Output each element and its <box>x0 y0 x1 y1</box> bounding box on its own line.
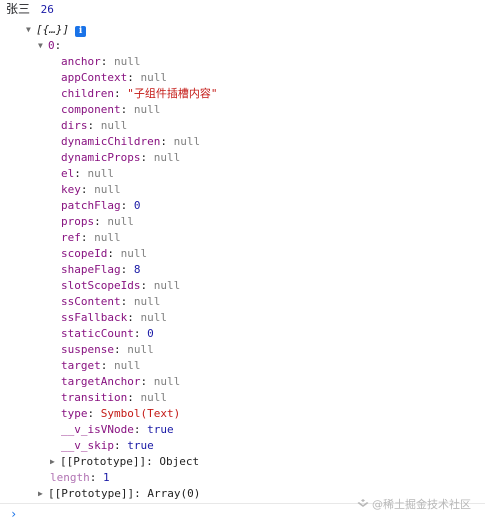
property-value: null <box>140 71 167 84</box>
property-row: __v_skip: true <box>61 439 154 452</box>
property-value: null <box>153 151 181 164</box>
property-value: 0 <box>147 327 154 340</box>
property-key: target <box>61 359 101 372</box>
property-row: props: null <box>61 215 134 228</box>
property-row: type: Symbol(Text) <box>61 407 181 420</box>
log-name: 张三 <box>6 2 31 16</box>
array-preview[interactable]: [{…}] <box>36 23 69 36</box>
property-value: null <box>140 311 167 324</box>
property-value: 0 <box>133 199 141 212</box>
property-key: suspense <box>61 343 114 356</box>
property-key: scopeId <box>61 247 108 260</box>
property-key: type <box>61 407 88 420</box>
array-prototype-value: Array(0) <box>147 487 201 500</box>
property-key: dynamicChildren <box>61 135 161 148</box>
property-value: null <box>153 279 181 292</box>
watermark: @稀土掘金技术社区 <box>357 496 471 512</box>
property-value: null <box>153 375 181 388</box>
property-key: targetAnchor <box>61 375 141 388</box>
property-row: ref: null <box>61 231 121 244</box>
property-row: transition: null <box>61 391 167 404</box>
property-row: scopeId: null <box>61 247 148 260</box>
item-prototype-row[interactable]: ▶ [[Prototype]]: Object <box>50 454 485 470</box>
property-key: props <box>61 215 95 228</box>
property-value: 8 <box>133 263 141 276</box>
property-value: null <box>133 295 161 308</box>
property-key: anchor <box>61 55 101 68</box>
property-value: "子组件插槽内容" <box>127 87 218 100</box>
property-key: dynamicProps <box>61 151 141 164</box>
property-row: targetAnchor: null <box>61 375 181 388</box>
length-key: length <box>50 471 90 484</box>
property-key: __v_isVNode <box>61 423 134 436</box>
property-row: ssFallback: null <box>61 311 167 324</box>
property-value: true <box>147 423 174 436</box>
property-row: dynamicChildren: null <box>61 135 201 148</box>
array-item-0[interactable]: ▼ 0: <box>38 38 485 54</box>
property-key: el <box>61 167 75 180</box>
property-row: shapeFlag: 8 <box>61 263 141 276</box>
property-value: Symbol(Text) <box>100 407 181 420</box>
property-key: ssContent <box>61 295 121 308</box>
prototype-value: Object <box>159 455 200 468</box>
property-row: component: null <box>61 103 161 116</box>
property-value: null <box>94 183 121 196</box>
property-row: staticCount: 0 <box>61 327 154 340</box>
property-value: null <box>94 231 121 244</box>
property-key: key <box>61 183 81 196</box>
property-key: patchFlag <box>61 199 121 212</box>
property-row: children: "子组件插槽内容" <box>61 87 218 100</box>
property-row: appContext: null <box>61 71 167 84</box>
property-value: true <box>127 439 154 452</box>
property-key: component <box>61 103 121 116</box>
property-key: __v_skip <box>61 439 114 452</box>
property-key: ssFallback <box>61 311 128 324</box>
info-icon[interactable]: i <box>75 26 87 37</box>
property-row: slotScopeIds: null <box>61 279 181 292</box>
array-prototype-key: [[Prototype]] <box>48 487 135 500</box>
triangle-right-icon[interactable]: ▶ <box>50 454 60 470</box>
property-row: patchFlag: 0 <box>61 199 141 212</box>
triangle-right-icon[interactable]: ▶ <box>38 486 48 502</box>
property-value: null <box>173 135 201 148</box>
property-key: children <box>61 87 114 100</box>
property-key: dirs <box>61 119 88 132</box>
property-value: null <box>140 391 167 404</box>
length-row: length: 1 <box>50 471 110 484</box>
property-key: slotScopeIds <box>61 279 141 292</box>
property-row: __v_isVNode: true <box>61 423 174 436</box>
length-value: 1 <box>103 471 110 484</box>
property-value: null <box>107 215 134 228</box>
console-log-line: 张三 26 <box>6 1 485 17</box>
property-row: target: null <box>61 359 141 372</box>
property-row: anchor: null <box>61 55 141 68</box>
triangle-down-icon[interactable]: ▼ <box>38 38 48 54</box>
item-index: 0 <box>48 39 55 52</box>
log-age: 26 <box>40 3 54 16</box>
property-value: null <box>100 119 128 132</box>
property-value: null <box>127 343 154 356</box>
property-row: suspense: null <box>61 343 154 356</box>
property-value: null <box>120 247 148 260</box>
property-key: shapeFlag <box>61 263 121 276</box>
triangle-down-icon[interactable]: ▼ <box>26 22 36 38</box>
property-row: dynamicProps: null <box>61 151 181 164</box>
property-row: key: null <box>61 183 121 196</box>
property-row: ssContent: null <box>61 295 161 308</box>
property-key: staticCount <box>61 327 134 340</box>
property-key: appContext <box>61 71 128 84</box>
watermark-text: @稀土掘金技术社区 <box>372 498 471 511</box>
property-value: null <box>87 167 115 180</box>
property-row: dirs: null <box>61 119 128 132</box>
prompt-chevron-icon[interactable]: › <box>10 507 17 521</box>
property-value: null <box>133 103 161 116</box>
array-header[interactable]: ▼ [{…}] i <box>26 22 485 38</box>
property-value: null <box>114 55 141 68</box>
prototype-key: [[Prototype]] <box>60 455 147 468</box>
property-key: ref <box>61 231 81 244</box>
property-row: el: null <box>61 167 115 180</box>
property-key: transition <box>61 391 128 404</box>
property-value: null <box>114 359 141 372</box>
juejin-logo-icon <box>357 499 369 507</box>
